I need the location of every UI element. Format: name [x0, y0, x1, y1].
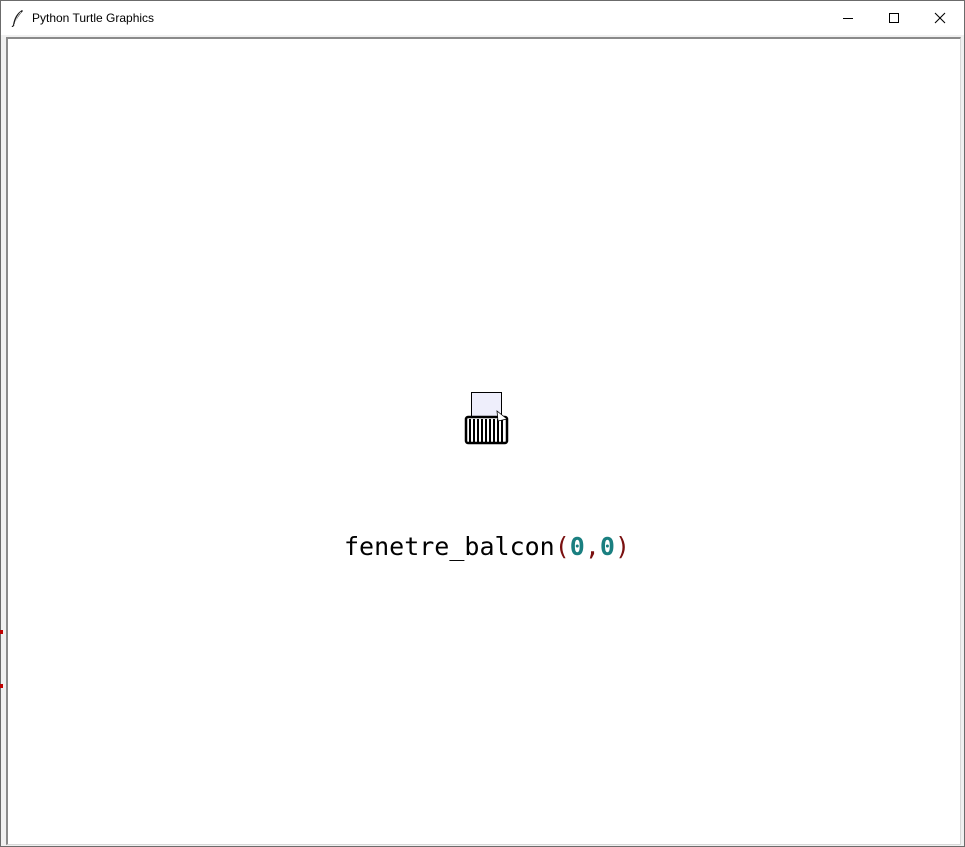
balcony-railing — [464, 415, 509, 445]
maximize-button[interactable] — [871, 1, 917, 35]
caption-arg-x: 0 — [569, 532, 585, 561]
caption-close-paren: ) — [614, 532, 631, 561]
function-call-caption: fenetre_balcon(0,0) — [344, 529, 630, 565]
caption-open-paren: ( — [554, 532, 570, 561]
caption-arg-y: 0 — [599, 532, 615, 561]
caption-function-name: fenetre_balcon — [344, 532, 555, 561]
turtle-canvas[interactable]: fenetre_balcon(0,0) — [6, 37, 961, 845]
drawing-layer — [464, 392, 509, 445]
edge-mark — [0, 684, 3, 688]
minimize-button[interactable] — [825, 1, 871, 35]
window-title: Python Turtle Graphics — [32, 11, 155, 25]
title-bar[interactable]: Python Turtle Graphics — [1, 1, 964, 35]
feather-icon — [11, 10, 23, 27]
maximize-icon — [889, 13, 899, 23]
edge-mark — [0, 630, 3, 634]
turtle-window: Python Turtle Graphics fenetre_balcon(0,… — [0, 0, 965, 847]
caption-comma: , — [584, 532, 600, 561]
minimize-icon — [843, 18, 853, 19]
close-button[interactable] — [917, 1, 963, 35]
close-icon — [934, 12, 946, 24]
